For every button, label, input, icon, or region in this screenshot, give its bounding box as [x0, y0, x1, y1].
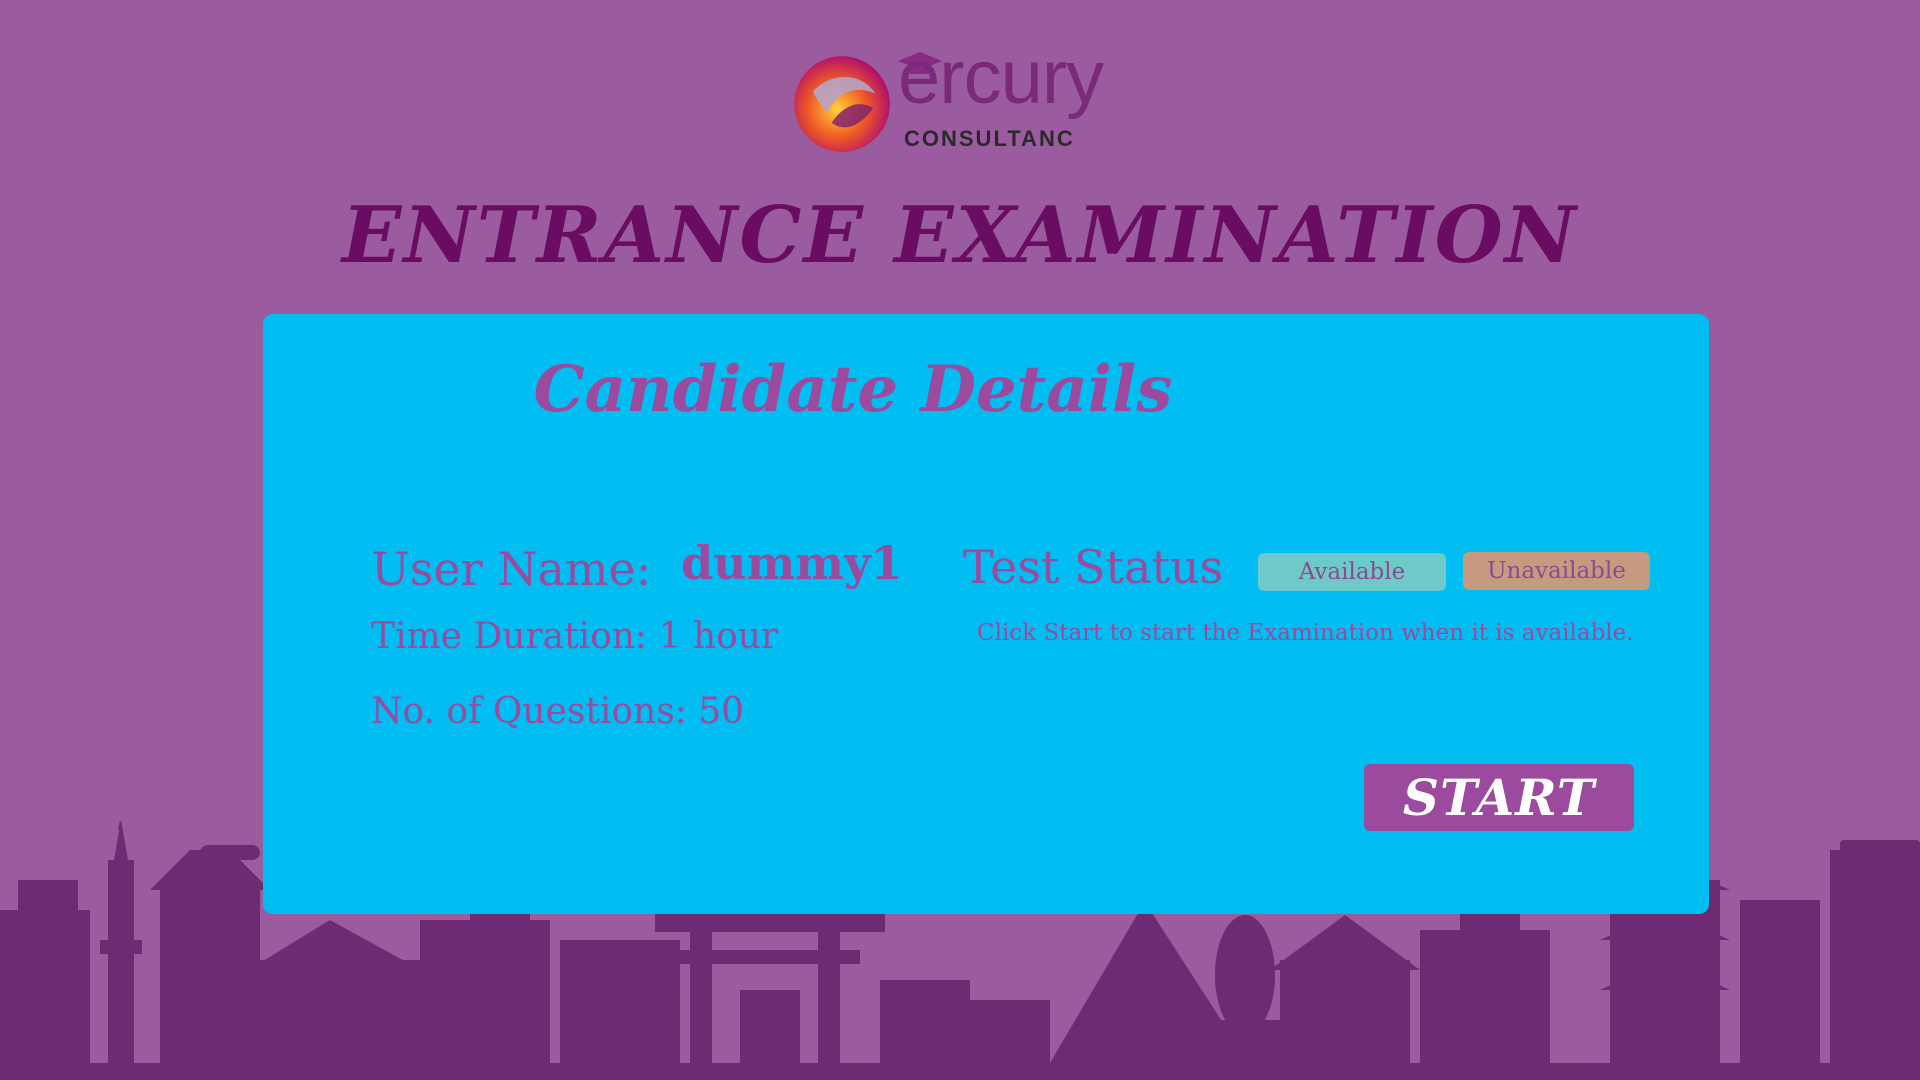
user-name-value: dummy1 [681, 536, 903, 590]
start-button[interactable]: START [1364, 764, 1634, 831]
status-available-badge: Available [1258, 553, 1446, 591]
test-status-label: Test Status [963, 540, 1224, 594]
questions-count-text: No. of Questions: 50 [371, 691, 745, 732]
start-hint-text: Click Start to start the Examination whe… [977, 620, 1634, 646]
time-duration-text: Time Duration: 1 hour [371, 616, 779, 657]
brand-name: ercury [898, 35, 1104, 120]
brand-subtitle: CONSULTANC [904, 126, 1075, 151]
status-unavailable-badge: Unavailable [1463, 552, 1650, 590]
brand-logo: ercury CONSULTANC [790, 40, 1120, 160]
user-name-label: User Name: [371, 542, 652, 596]
candidate-details-card: Candidate Details User Name: dummy1 Time… [263, 314, 1709, 914]
card-title: Candidate Details [533, 352, 1173, 427]
page-title: ENTRANCE EXAMINATION [342, 190, 1578, 281]
mercury-logo-icon [794, 56, 890, 152]
